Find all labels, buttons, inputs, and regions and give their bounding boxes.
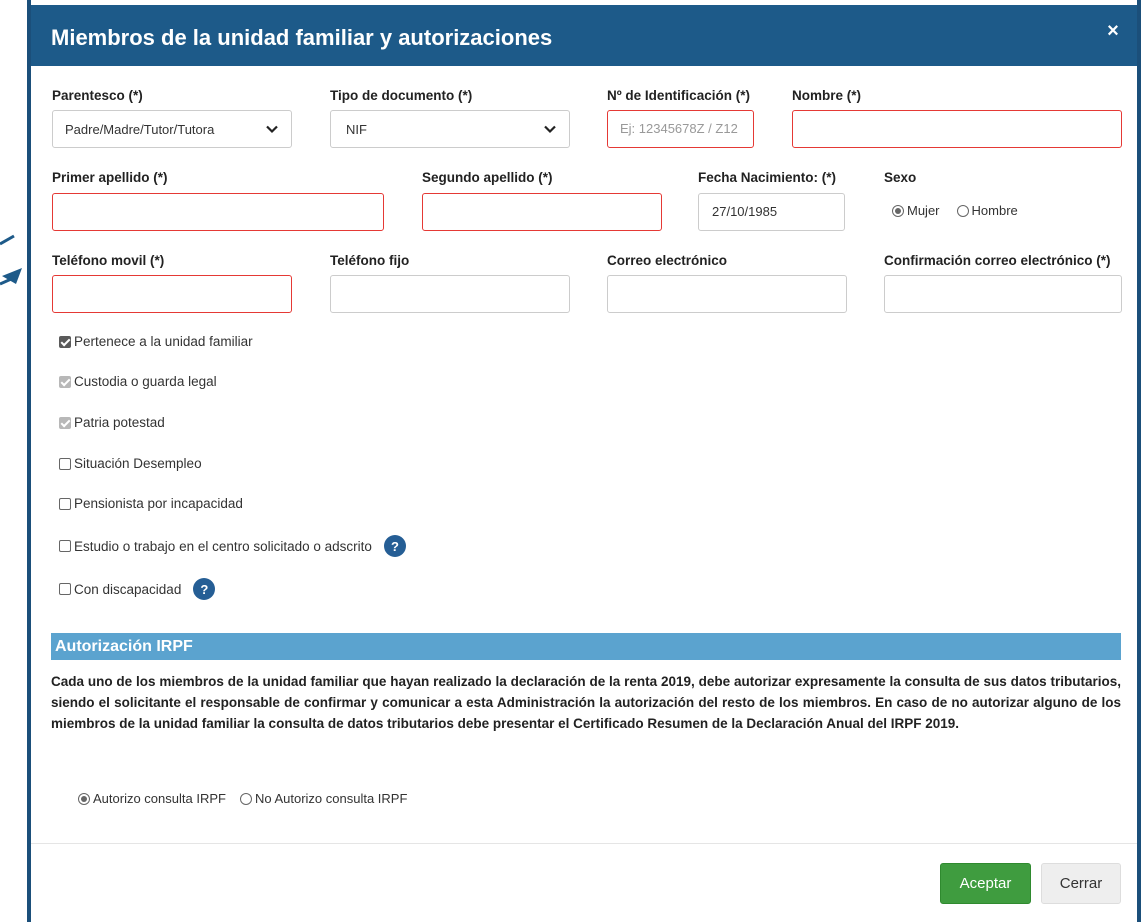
checkbox-custodia: Custodia o guarda legal [59, 374, 217, 389]
sexo-mujer-radio[interactable] [892, 204, 904, 217]
irpf-description: Cada uno de los miembros de la unidad fa… [51, 674, 1121, 731]
sexo-label: Sexo [884, 170, 917, 185]
irpf-radio-group: Autorizo consulta IRPF No Autorizo consu… [78, 791, 407, 806]
tipo-documento-value: NIF [346, 121, 367, 137]
identificacion-input[interactable]: Ej: 12345678Z / Z12 [607, 110, 754, 148]
sexo-hombre-label: Hombre [971, 203, 1018, 218]
help-icon[interactable]: ? [383, 535, 406, 557]
correo-input[interactable] [607, 275, 847, 313]
family-members-dialog: Miembros de la unidad familiar y autoriz… [27, 0, 1141, 922]
checkbox-label: Situación Desempleo [74, 456, 202, 471]
chevron-down-icon [544, 125, 556, 134]
checkbox-label: Pensionista por incapacidad [74, 496, 243, 511]
help-icon[interactable]: ? [193, 578, 216, 600]
confirmacion-correo-input[interactable] [884, 275, 1122, 313]
checkbox-pensionista[interactable]: Pensionista por incapacidad [59, 496, 243, 511]
sexo-radio-group: Mujer Hombre [892, 203, 1018, 218]
checkbox-label: Pertenece a la unidad familiar [74, 334, 253, 349]
accept-button[interactable]: Aceptar [940, 863, 1031, 904]
checkbox-checked-icon[interactable] [59, 335, 71, 348]
checkbox-icon[interactable] [59, 540, 71, 552]
fecha-nacimiento-input[interactable]: 27/10/1985 [698, 193, 845, 231]
telefono-fijo-label: Teléfono fijo [330, 253, 410, 268]
tipo-documento-label: Tipo de documento (*) [330, 88, 473, 103]
sexo-hombre-radio[interactable] [956, 204, 969, 217]
fecha-nacimiento-label: Fecha Nacimiento: (*) [698, 170, 837, 185]
checkbox-icon[interactable] [59, 457, 71, 470]
close-button[interactable]: Cerrar [1041, 863, 1121, 904]
checkbox-patria-potestad: Patria potestad [59, 415, 165, 430]
irpf-autorizo-label: Autorizo consulta IRPF [93, 791, 226, 806]
dialog-header: Miembros de la unidad familiar y autoriz… [31, 5, 1137, 66]
checkbox-discapacidad[interactable]: Con discapacidad ? [59, 578, 216, 600]
checkbox-estudio-trabajo[interactable]: Estudio o trabajo en el centro solicitad… [59, 535, 406, 557]
primer-apellido-input[interactable] [52, 193, 384, 231]
checkbox-label: Custodia o guarda legal [74, 374, 217, 389]
irpf-autorizo-radio[interactable] [78, 792, 90, 805]
telefono-fijo-input[interactable] [330, 275, 570, 313]
identificacion-placeholder: Ej: 12345678Z / Z12 [620, 121, 738, 136]
checkbox-label: Con discapacidad [74, 581, 182, 597]
checkbox-icon[interactable] [59, 583, 71, 595]
parentesco-label: Parentesco (*) [52, 88, 143, 103]
footer-divider [31, 843, 1137, 844]
checkbox-label: Patria potestad [74, 415, 165, 430]
confirmacion-correo-label: Confirmación correo electrónico (*) [884, 253, 1111, 268]
close-icon[interactable]: × [1103, 21, 1123, 41]
checkbox-pertenece[interactable]: Pertenece a la unidad familiar [59, 334, 253, 349]
irpf-no-autorizo-label: No Autorizo consulta IRPF [254, 791, 408, 806]
parentesco-value: Padre/Madre/Tutor/Tutora [65, 121, 215, 137]
irpf-section-title: Autorización IRPF [51, 633, 1121, 660]
segundo-apellido-input[interactable] [422, 193, 662, 231]
telefono-movil-label: Teléfono movil (*) [52, 253, 165, 268]
segundo-apellido-label: Segundo apellido (*) [422, 170, 553, 185]
checkbox-desempleo[interactable]: Situación Desempleo [59, 456, 202, 471]
checkbox-icon[interactable] [59, 497, 71, 510]
irpf-no-autorizo-radio[interactable] [239, 792, 252, 805]
parentesco-select[interactable]: Padre/Madre/Tutor/Tutora [52, 110, 292, 148]
arrow-decoration-icon [0, 234, 22, 286]
checkbox-disabled-icon [59, 375, 71, 388]
identificacion-label: Nº de Identificación (*) [607, 88, 750, 103]
checkbox-disabled-icon [59, 416, 71, 429]
primer-apellido-label: Primer apellido (*) [52, 170, 168, 185]
correo-label: Correo electrónico [607, 253, 728, 268]
tipo-documento-select[interactable]: NIF [330, 110, 570, 148]
nombre-label: Nombre (*) [792, 88, 862, 103]
nombre-input[interactable] [792, 110, 1122, 148]
dialog-title: Miembros de la unidad familiar y autoriz… [51, 25, 553, 50]
checkbox-label: Estudio o trabajo en el centro solicitad… [74, 538, 372, 554]
chevron-down-icon [266, 125, 278, 134]
telefono-movil-input[interactable] [52, 275, 292, 313]
sexo-mujer-label: Mujer [907, 203, 940, 218]
